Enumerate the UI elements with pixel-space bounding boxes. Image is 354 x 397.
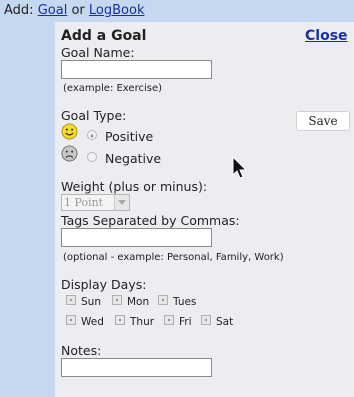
dialog-title: Add a Goal bbox=[61, 28, 147, 44]
day-label-sat: Sat bbox=[216, 316, 234, 328]
goal-name-hint: (example: Exercise) bbox=[63, 83, 163, 94]
day-checkbox-fri[interactable] bbox=[164, 315, 174, 325]
day-label-tues: Tues bbox=[173, 296, 197, 308]
left-background-strip bbox=[0, 22, 55, 397]
day-label-sun: Sun bbox=[81, 296, 101, 308]
goal-link[interactable]: Goal bbox=[38, 3, 68, 18]
sad-face-icon bbox=[61, 145, 78, 162]
day-checkbox-thur[interactable] bbox=[115, 315, 125, 325]
logbook-link[interactable]: LogBook bbox=[89, 3, 145, 18]
dropdown-arrow-icon bbox=[114, 195, 129, 210]
add-label: Add: bbox=[4, 3, 34, 18]
tags-label: Tags Separated by Commas: bbox=[61, 213, 240, 228]
day-label-mon: Mon bbox=[127, 296, 150, 308]
tags-hint: (optional - example: Personal, Family, W… bbox=[63, 252, 284, 263]
day-label-wed: Wed bbox=[81, 316, 104, 328]
notes-label: Notes: bbox=[61, 343, 102, 358]
day-label-fri: Fri bbox=[179, 316, 192, 328]
display-days-label: Display Days: bbox=[61, 277, 147, 292]
weight-label: Weight (plus or minus): bbox=[61, 179, 208, 194]
radio-marker-icon bbox=[91, 134, 94, 138]
goal-name-label: Goal Name: bbox=[61, 45, 135, 60]
day-checkbox-sat[interactable] bbox=[201, 315, 211, 325]
goal-type-label: Goal Type: bbox=[61, 108, 127, 123]
happy-face-icon bbox=[61, 123, 78, 140]
positive-label: Positive bbox=[105, 129, 154, 144]
day-checkbox-mon[interactable] bbox=[112, 295, 122, 305]
save-button[interactable]: Save bbox=[296, 111, 350, 131]
mouse-cursor-icon bbox=[232, 156, 248, 179]
weight-select[interactable]: 1 Point bbox=[61, 194, 130, 211]
tags-input[interactable] bbox=[61, 228, 212, 247]
or-text: or bbox=[71, 3, 85, 18]
day-checkbox-sun[interactable] bbox=[66, 295, 76, 305]
negative-radio[interactable] bbox=[87, 152, 97, 162]
close-link[interactable]: Close bbox=[305, 28, 348, 44]
goal-name-input[interactable] bbox=[61, 60, 212, 79]
top-bar: Add: Goal or LogBook bbox=[0, 0, 354, 22]
notes-input[interactable] bbox=[61, 358, 212, 377]
weight-selected-value: 1 Point bbox=[64, 196, 104, 209]
negative-label: Negative bbox=[105, 151, 162, 166]
day-checkbox-wed[interactable] bbox=[66, 315, 76, 325]
day-checkbox-tues[interactable] bbox=[158, 295, 168, 305]
positive-radio[interactable] bbox=[87, 130, 97, 140]
day-label-thur: Thur bbox=[130, 316, 155, 328]
